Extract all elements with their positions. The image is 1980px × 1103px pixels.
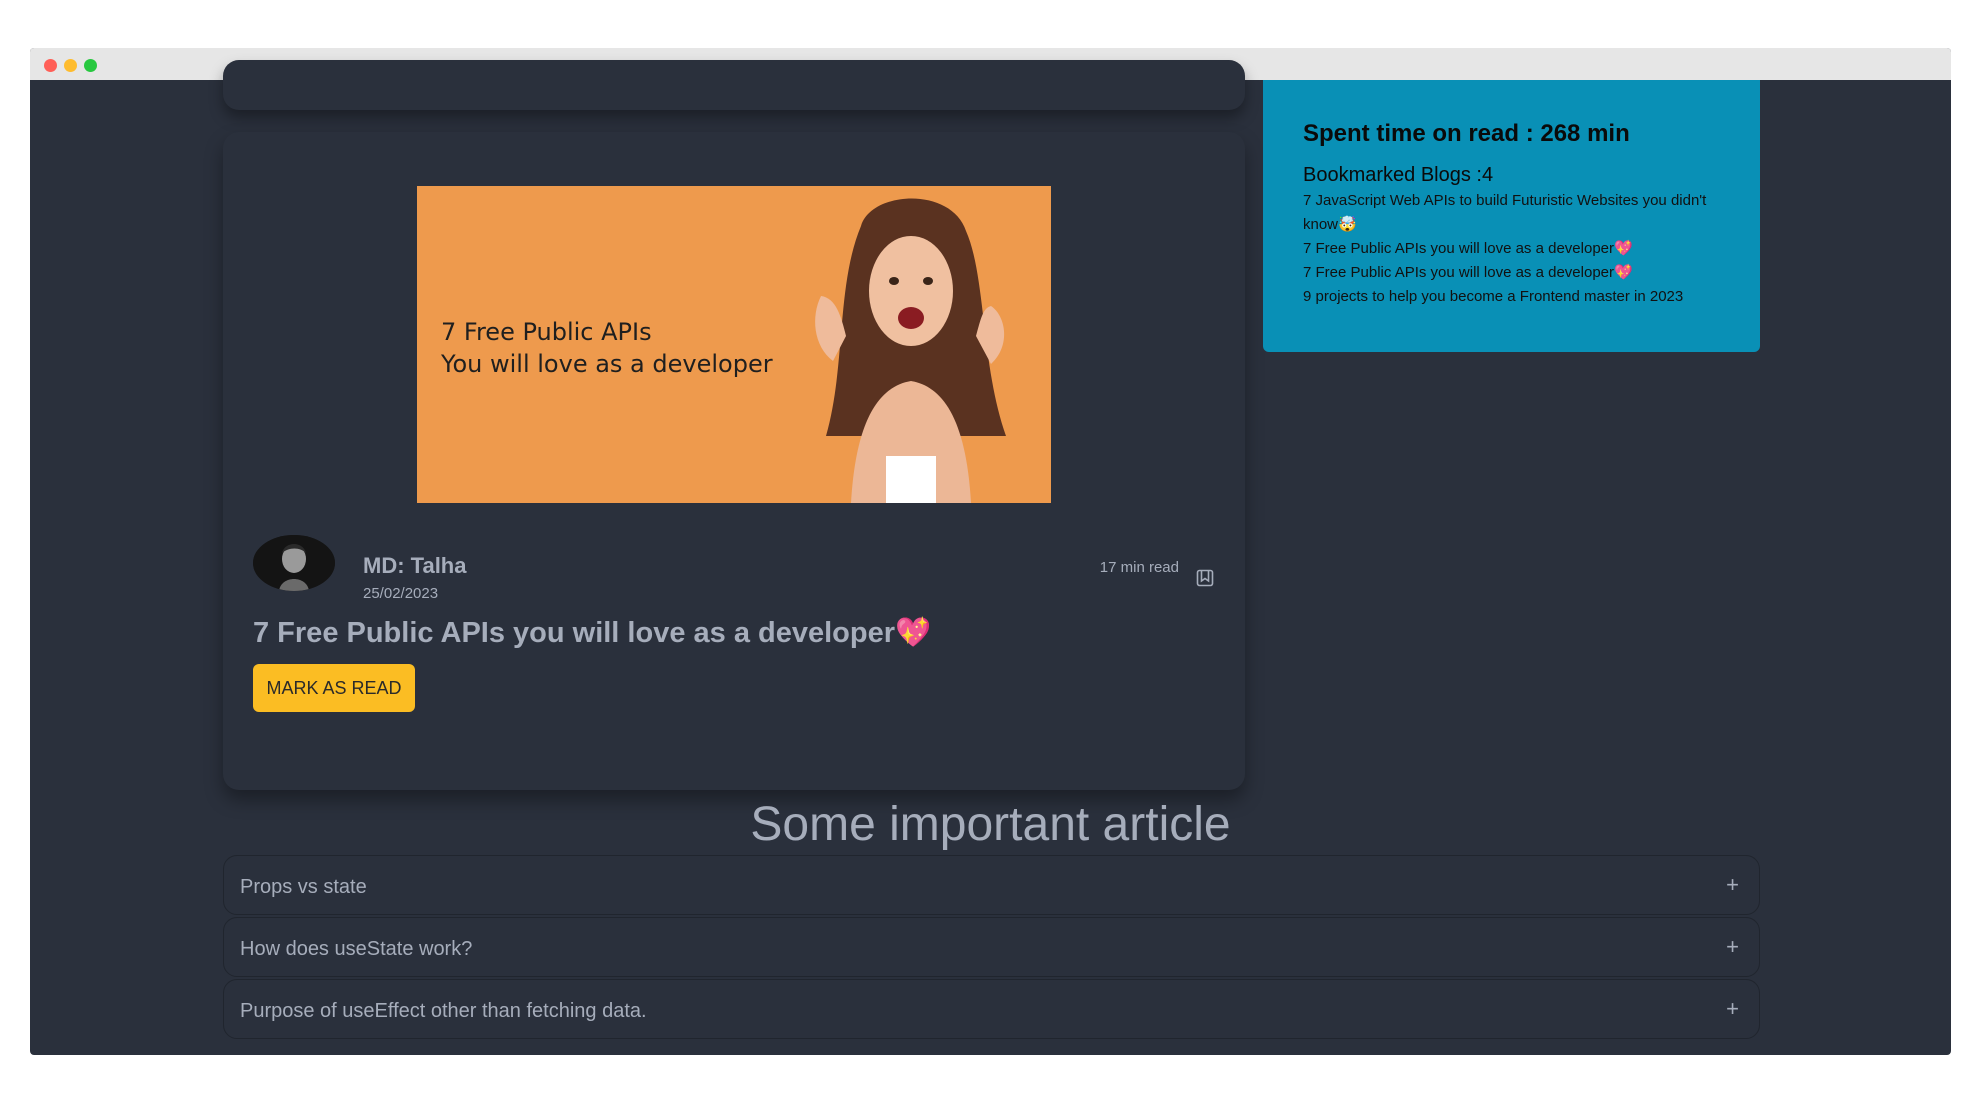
cover-caption: 7 Free Public APIs You will love as a de… [441,316,773,380]
blog-cover-image: 7 Free Public APIs You will love as a de… [417,186,1051,503]
faq-heading: Some important article [750,798,1231,851]
bookmark-list: 7 JavaScript Web APIs to build Futuristi… [1303,189,1720,309]
minimize-window-dot[interactable] [64,59,77,72]
blog-card: 7 Free Public APIs You will love as a de… [223,132,1245,790]
bookmark-item: 9 projects to help you become a Frontend… [1303,288,1684,305]
page-content: 7 Free Public APIs You will love as a de… [30,60,1951,1055]
author-avatar [253,535,335,591]
faq-question: Purpose of useEffect other than fetching… [240,1000,647,1022]
faq-item-usestate[interactable]: How does useState work? + [223,917,1760,977]
publish-date: 25/02/2023 [363,585,439,602]
browser-window: 7 Free Public APIs You will love as a de… [30,48,1951,1055]
faq-item-useeffect[interactable]: Purpose of useEffect other than fetching… [223,979,1760,1039]
faq-question: How does useState work? [240,938,473,960]
bookmark-icon [1196,569,1214,587]
woman-photo [815,198,1006,503]
cover-caption-line2: You will love as a developer [441,350,773,378]
bookmark-item: 7 JavaScript Web APIs to build Futuristi… [1303,192,1707,233]
bookmarked-heading: Bookmarked Blogs :4 [1303,164,1494,186]
faq-question: Props vs state [240,876,367,898]
expand-icon: + [1726,872,1739,897]
reading-sidebar: Spent time on read : 268 min Bookmarked … [1263,80,1760,352]
bookmark-button[interactable] [1195,568,1215,588]
faq-item-props-vs-state[interactable]: Props vs state + [223,855,1760,915]
cover-caption-line1: 7 Free Public APIs [441,318,652,346]
expand-icon: + [1726,996,1739,1021]
close-window-dot[interactable] [44,59,57,72]
previous-blog-card [223,60,1245,110]
bookmark-item: 7 Free Public APIs you will love as a de… [1303,264,1633,281]
mark-as-read-button[interactable]: MARK AS READ [253,664,415,712]
spent-time-heading: Spent time on read : 268 min [1303,120,1630,147]
maximize-window-dot[interactable] [84,59,97,72]
blog-title[interactable]: 7 Free Public APIs you will love as a de… [253,616,931,650]
read-time: 17 min read [1099,559,1179,576]
expand-icon: + [1726,934,1739,959]
author-name: MD: Talha [363,553,467,578]
bookmark-item: 7 Free Public APIs you will love as a de… [1303,240,1633,257]
